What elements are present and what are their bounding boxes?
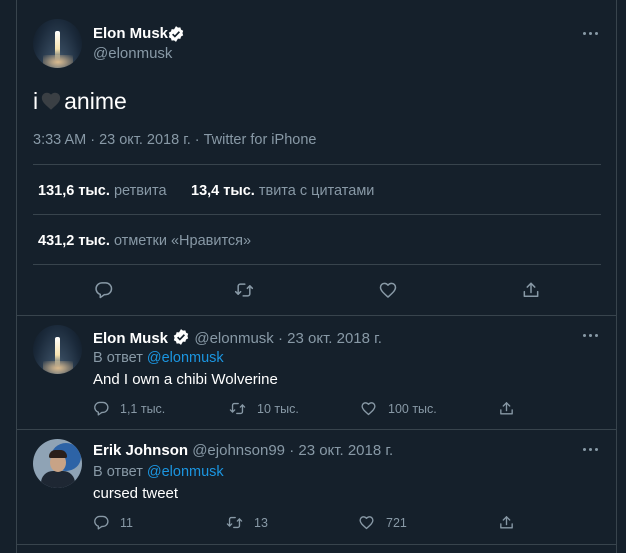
more-options-icon[interactable] (583, 29, 601, 39)
tweet-text-part: anime (64, 88, 127, 114)
like-count: 721 (386, 516, 407, 530)
retweets-stat[interactable]: 131,6 тыс. ретвита (38, 183, 167, 199)
tweet-date[interactable]: 23 окт. 2018 г. (287, 330, 382, 347)
author-handle[interactable]: @elonmusk (194, 330, 273, 347)
tweet-text: cursed tweet (93, 485, 179, 502)
reply-icon[interactable] (93, 400, 110, 417)
reply-icon[interactable] (93, 514, 110, 531)
author-name[interactable]: Elon Musk (93, 330, 168, 347)
separator: · (289, 442, 295, 459)
quotes-label: твита с цитатами (258, 183, 375, 199)
like-count: 100 тыс. (388, 402, 437, 416)
black-heart-icon (41, 92, 61, 110)
reply-header: Elon Musk @elonmusk · 23 окт. 2018 г. (93, 328, 382, 347)
retweets-label: ретвита (113, 183, 167, 199)
share-icon[interactable] (521, 280, 541, 300)
tweet-meta[interactable]: 3:33 AM · 23 окт. 2018 г. · Twitter for … (33, 132, 316, 148)
more-options-icon[interactable] (583, 331, 601, 341)
heart-icon[interactable] (358, 514, 375, 531)
reply-to-link[interactable]: @elonmusk (147, 464, 224, 480)
verified-badge-icon (168, 26, 184, 42)
reply-context: В ответ @elonmusk (93, 350, 224, 366)
likes-label: отметки «Нравится» (113, 233, 252, 249)
avatar[interactable] (33, 19, 82, 68)
author-handle[interactable]: @ejohnson99 (192, 442, 285, 459)
reply-context: В ответ @elonmusk (93, 464, 224, 480)
more-options-icon[interactable] (583, 445, 601, 455)
tweet-text-part: i (33, 88, 39, 114)
reply-prefix: В ответ (93, 350, 143, 366)
avatar[interactable] (33, 439, 82, 488)
retweet-count: 10 тыс. (257, 402, 299, 416)
likes-stat[interactable]: 431,2 тыс. отметки «Нравится» (38, 233, 251, 249)
share-icon[interactable] (498, 514, 515, 531)
tweet-text: i anime (33, 88, 127, 115)
author-handle[interactable]: @elonmusk (93, 45, 172, 62)
quotes-count: 13,4 тыс. (191, 183, 255, 199)
retweet-icon[interactable] (229, 400, 246, 417)
likes-count: 431,2 тыс. (38, 233, 110, 249)
reply-count: 1,1 тыс. (120, 402, 166, 416)
reply-count: 11 (120, 516, 133, 530)
reply-header: Erik Johnson @ejohnson99 · 23 окт. 2018 … (93, 442, 393, 459)
author-name[interactable]: Erik Johnson (93, 442, 188, 459)
retweets-count: 131,6 тыс. (38, 183, 110, 199)
reply-to-link[interactable]: @elonmusk (147, 350, 224, 366)
share-icon[interactable] (498, 400, 515, 417)
reply-prefix: В ответ (93, 464, 143, 480)
heart-icon[interactable] (378, 280, 398, 300)
retweet-count: 13 (254, 516, 268, 530)
heart-icon[interactable] (360, 400, 377, 417)
retweet-icon[interactable] (234, 280, 254, 300)
verified-badge-icon (173, 329, 189, 345)
reply-icon[interactable] (94, 280, 114, 300)
avatar[interactable] (33, 325, 82, 374)
quotes-stat[interactable]: 13,4 тыс. твита с цитатами (191, 183, 374, 199)
tweet-date[interactable]: 23 окт. 2018 г. (298, 442, 393, 459)
separator: · (277, 330, 283, 347)
author-name[interactable]: Elon Musk (93, 25, 168, 42)
retweet-icon[interactable] (226, 514, 243, 531)
tweet-text: And I own a chibi Wolverine (93, 371, 278, 388)
